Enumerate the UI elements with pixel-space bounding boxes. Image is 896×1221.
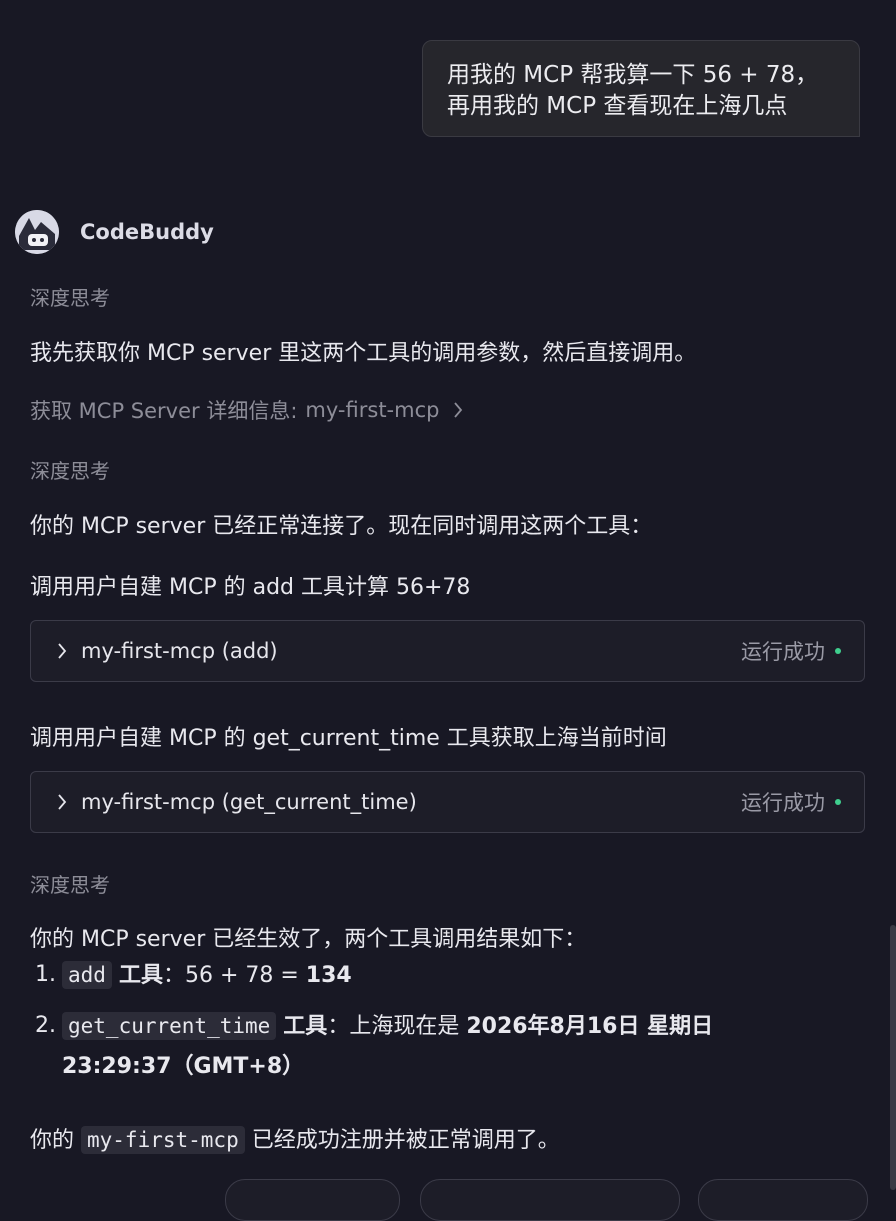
tool-name: my-first-mcp (add) xyxy=(81,639,278,663)
mcp-server-name: my-first-mcp xyxy=(305,398,440,422)
chevron-right-icon[interactable] xyxy=(57,642,67,660)
result-value: 2026年8月16日 星期日 xyxy=(466,1014,714,1039)
list-number: 2. xyxy=(35,1013,56,1038)
tool-call-card-get-current-time[interactable]: my-first-mcp (get_current_time) 运行成功 xyxy=(30,771,865,833)
assistant-message: 你的 my-first-mcp 已经成功注册并被正常调用了。 xyxy=(30,1122,560,1154)
codebuddy-avatar-icon xyxy=(15,210,59,254)
inline-code: my-first-mcp xyxy=(81,1126,245,1154)
chevron-right-icon[interactable] xyxy=(57,793,67,811)
deep-thinking-toggle[interactable]: 深度思考 xyxy=(30,282,110,311)
tool-call-description: 调用用户自建 MCP 的 get_current_time 工具获取上海当前时间 xyxy=(30,726,667,751)
deep-thinking-toggle[interactable]: 深度思考 xyxy=(30,455,110,484)
separator: ： xyxy=(327,1014,350,1039)
result-text: 上海现在是 xyxy=(349,1014,467,1039)
list-item: 1. add 工具：56 + 78 = 134 xyxy=(30,955,713,996)
assistant-message: 你的 MCP server 已经正常连接了。现在同时调用这两个工具： xyxy=(30,514,653,539)
user-message-line: 用我的 MCP 帮我算一下 56 + 78， xyxy=(447,62,819,88)
status-dot-icon xyxy=(835,799,841,805)
separator: ： xyxy=(162,963,185,988)
action-button[interactable] xyxy=(698,1179,868,1221)
tool-call-card-add[interactable]: my-first-mcp (add) 运行成功 xyxy=(30,620,865,682)
action-button[interactable] xyxy=(420,1179,680,1221)
inline-code: add xyxy=(62,961,112,989)
tool-label: 工具 xyxy=(283,1014,328,1039)
tool-status: 运行成功 xyxy=(741,640,825,664)
tool-call-description: 调用用户自建 MCP 的 add 工具计算 56+78 xyxy=(30,575,471,600)
list-item: 2. get_current_time 工具：上海现在是 2026年8月16日 … xyxy=(30,1006,713,1087)
assistant-message: 我先获取你 MCP server 里这两个工具的调用参数，然后直接调用。 xyxy=(30,341,697,366)
mcp-server-info-row[interactable]: 获取 MCP Server 详细信息: my-first-mcp xyxy=(30,395,463,425)
chevron-right-icon xyxy=(453,401,463,419)
result-value-time: 23:29:37（GMT+8） xyxy=(62,1054,305,1079)
inline-code: get_current_time xyxy=(62,1012,277,1040)
final-text: 已经成功注册并被正常调用了。 xyxy=(244,1128,560,1153)
tool-label: 工具 xyxy=(118,963,163,988)
deep-thinking-toggle[interactable]: 深度思考 xyxy=(30,869,110,898)
status-dot-icon xyxy=(835,648,841,654)
assistant-header: CodeBuddy xyxy=(15,210,214,254)
mcp-server-info-label: 获取 MCP Server 详细信息: xyxy=(30,399,298,423)
list-number: 1. xyxy=(35,962,56,987)
action-button[interactable] xyxy=(225,1179,400,1221)
tool-status: 运行成功 xyxy=(741,791,825,815)
assistant-name: CodeBuddy xyxy=(80,220,214,244)
scrollbar[interactable] xyxy=(890,925,896,1190)
assistant-message: 你的 MCP server 已经生效了，两个工具调用结果如下： xyxy=(30,927,587,952)
result-list: 1. add 工具：56 + 78 = 134 2. get_current_t… xyxy=(30,955,713,1087)
final-text: 你的 xyxy=(30,1128,81,1153)
user-message-line: 再用我的 MCP 查看现在上海几点 xyxy=(447,93,788,119)
result-text: 56 + 78 = xyxy=(184,963,306,988)
user-message-bubble: 用我的 MCP 帮我算一下 56 + 78， 再用我的 MCP 查看现在上海几点 xyxy=(422,40,860,137)
result-value: 134 xyxy=(305,963,352,988)
tool-name: my-first-mcp (get_current_time) xyxy=(81,790,417,814)
